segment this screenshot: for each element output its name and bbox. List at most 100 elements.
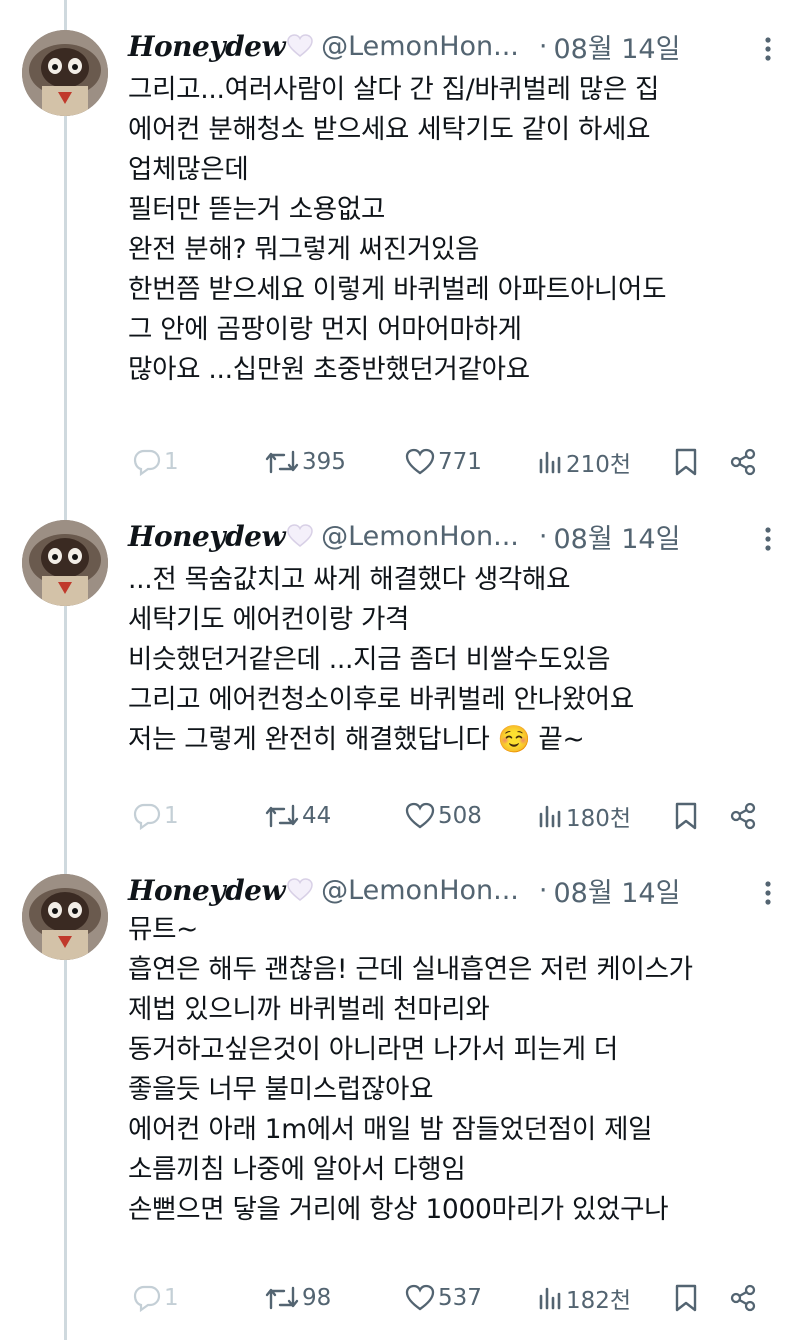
views-icon [538,802,564,830]
retweet-icon [264,802,300,830]
bookmark-icon [674,801,698,831]
reply-count: 1 [164,449,179,475]
reply-icon [132,448,162,476]
tweet-header: Honeydew @LemonHon... · 08월 14일 [128,868,778,912]
views-icon [538,1284,564,1312]
tweet-line: 완전 분해? 뭐그렇게 써진거있음 [128,234,480,265]
tweet-line: 세탁기도 에어컨이랑 가격 [128,604,410,635]
display-name[interactable]: Honeydew [128,30,286,63]
tweet-header: Honeydew @LemonHon... · 08월 14일 [128,514,778,558]
white-heart-icon [287,878,313,902]
tweet-date[interactable]: 08월 14일 [553,27,680,66]
tweet-text: 뮤트~ 흡연은 해두 괜찮음! 근데 실내흡연은 저런 케이스가 제법 있으니까… [128,910,788,1230]
avatar[interactable] [22,30,108,116]
like-count: 537 [438,1285,482,1311]
tweet-line: 동거하고싶은것이 아니라면 나가서 피는게 더 [128,1034,619,1065]
separator-dot: · [538,30,548,62]
bookmark-button[interactable] [672,440,698,484]
reply-button[interactable]: 1 [130,440,179,484]
retweet-button[interactable]: 44 [262,794,331,838]
reply-icon [132,802,162,830]
share-icon [728,801,758,831]
reply-count: 1 [164,1285,179,1311]
display-name[interactable]: Honeydew [128,520,286,553]
display-name[interactable]: Honeydew [128,874,286,907]
handle[interactable]: @LemonHon... [321,875,519,906]
like-button[interactable]: 537 [402,1276,482,1320]
tweet-date[interactable]: 08월 14일 [553,517,680,556]
views-button[interactable]: 210천 [536,440,631,484]
tweet-line: 한번쯤 받으세요 이렇게 바퀴벌레 아파트아니어도 [128,274,667,305]
heart-icon [404,802,436,830]
views-count: 180천 [566,806,632,832]
tweet-line: 비슷했던거같은데 ...지금 좀더 비쌀수도있음 [128,644,611,675]
tweet-header: Honeydew @LemonHon... · 08월 14일 [128,24,778,68]
share-button[interactable] [726,1276,758,1320]
share-icon [728,447,758,477]
tweet-line: 저는 그렇게 완전히 해결했답니다 ☺️ 끝~ [128,724,585,755]
share-button[interactable] [726,440,758,484]
reply-count: 1 [164,803,179,829]
like-button[interactable]: 508 [402,794,482,838]
like-button[interactable]: 771 [402,440,482,484]
tweet-line: 업체많은데 [128,154,249,185]
bookmark-icon [674,447,698,477]
tweet-line: 필터만 뜯는거 소용없고 [128,194,386,225]
more-vertical-icon[interactable] [764,880,772,910]
share-button[interactable] [726,794,758,838]
separator-dot: · [538,874,548,906]
tweet-line: 제법 있으니까 바퀴벌레 천마리와 [128,994,490,1025]
bookmark-button[interactable] [672,1276,698,1320]
heart-icon [404,1284,436,1312]
white-heart-icon [287,34,313,58]
retweet-count: 395 [302,449,346,475]
bookmark-icon [674,1283,698,1313]
tweet-actions: 1 44 508 180천 [130,794,770,838]
retweet-icon [264,448,300,476]
more-vertical-icon[interactable] [764,36,772,66]
views-icon [538,448,564,476]
tweet-date[interactable]: 08월 14일 [553,871,680,910]
views-count: 182천 [566,1288,632,1314]
tweet-line: 손뻗으면 닿을 거리에 항상 1000마리가 있었구나 [128,1194,669,1225]
separator-dot: · [538,520,548,552]
like-count: 508 [438,803,482,829]
handle[interactable]: @LemonHon... [321,31,519,62]
tweet-line: 좋을듯 너무 불미스럽잖아요 [128,1074,434,1105]
tweet-actions: 1 98 537 182천 [130,1276,770,1320]
tweet-text: 그리고...여러사람이 살다 간 집/바퀴벌레 많은 집 에어컨 분해청소 받으… [128,70,788,390]
more-vertical-icon[interactable] [764,526,772,556]
views-button[interactable]: 180천 [536,794,631,838]
tweet-line: 뮤트~ [128,914,199,945]
tweet-line: ...전 목숨값치고 싸게 해결했다 생각해요 [128,564,571,595]
retweet-button[interactable]: 395 [262,440,346,484]
share-icon [728,1283,758,1313]
thread-line [64,0,67,1340]
handle[interactable]: @LemonHon... [321,521,519,552]
tweet-line: 에어컨 아래 1m에서 매일 밤 잠들었던점이 제일 [128,1114,653,1145]
tweet-text: ...전 목숨값치고 싸게 해결했다 생각해요 세탁기도 에어컨이랑 가격 비슷… [128,560,788,760]
reply-icon [132,1284,162,1312]
tweet-line: 그 안에 곰팡이랑 먼지 어마어마하게 [128,314,522,345]
tweet-line: 소름끼침 나중에 알아서 다행임 [128,1154,466,1185]
retweet-icon [264,1284,300,1312]
avatar[interactable] [22,520,108,606]
tweet-line: 그리고...여러사람이 살다 간 집/바퀴벌레 많은 집 [128,74,660,105]
tweet-line: 흡연은 해두 괜찮음! 근데 실내흡연은 저런 케이스가 [128,954,693,985]
retweet-count: 98 [302,1285,332,1311]
views-count: 210천 [566,452,632,478]
like-count: 771 [438,449,482,475]
tweet-line: 그리고 에어컨청소이후로 바퀴벌레 안나왔어요 [128,684,634,715]
tweet-actions: 1 395 771 210천 [130,440,770,484]
bookmark-button[interactable] [672,794,698,838]
views-button[interactable]: 182천 [536,1276,631,1320]
tweet-line: 에어컨 분해청소 받으세요 세탁기도 같이 하세요 [128,114,651,145]
tweet-line: 많아요 ...십만원 초중반했던거같아요 [128,354,530,385]
heart-icon [404,448,436,476]
retweet-button[interactable]: 98 [262,1276,331,1320]
white-heart-icon [287,524,313,548]
reply-button[interactable]: 1 [130,1276,179,1320]
reply-button[interactable]: 1 [130,794,179,838]
avatar[interactable] [22,874,108,960]
retweet-count: 44 [302,803,332,829]
